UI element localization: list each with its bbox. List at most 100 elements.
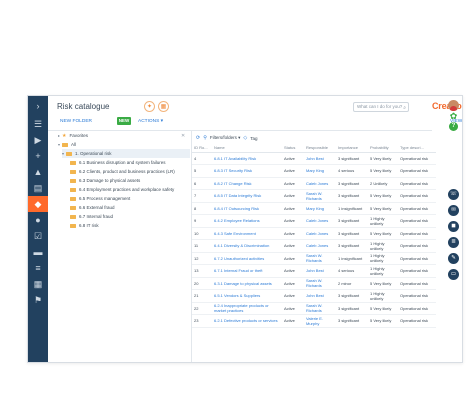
avatar[interactable] [448, 100, 459, 111]
tree-item[interactable]: 6.7 Internal fraud [70, 212, 113, 221]
tree-item-all[interactable]: ▾ All [58, 140, 76, 149]
table-row[interactable]: 8 6.8.4 IT Outsourcing Risk Active Mary Kin… [192, 202, 436, 215]
chat-icon[interactable]: ◼ [448, 221, 459, 232]
chevron-right-icon[interactable]: › [28, 98, 48, 114]
tree-item[interactable]: 6.2 Clients, product and business practi… [70, 167, 175, 176]
feed-icon[interactable]: ≣ [448, 237, 459, 248]
play-icon[interactable]: ▶ [28, 132, 48, 148]
table-cell[interactable]: 6.7.2 Unauthorized activities [212, 252, 282, 265]
new-folder-button[interactable]: NEW FOLDER [60, 119, 92, 124]
table-row[interactable]: 11 6.4.1 Diversity & Discrimination Active… [192, 239, 436, 253]
table-cell[interactable]: 6.4.1 Diversity & Discrimination [212, 239, 282, 253]
column-header[interactable]: Type descri... [398, 144, 436, 153]
table-cell[interactable]: 6.8.2 IT Change Risk [212, 177, 282, 190]
table-row[interactable]: 6 6.8.2 IT Change Risk Active Caleb Jones 3 … [192, 177, 436, 190]
actions-button[interactable]: ACTIONS ▾ [138, 119, 163, 124]
tag-button[interactable]: Tag [250, 136, 257, 141]
table-cell[interactable]: 6.5.1 Vendors & Suppliers [212, 289, 282, 303]
table-cell[interactable]: John Best [304, 152, 336, 165]
table-row[interactable]: 22 6.2.4 Inappropriate products or market… [192, 302, 436, 315]
table-cell: 1 Highly unlikely [368, 214, 398, 228]
flag-icon[interactable]: ⚑ [28, 292, 48, 308]
table-cell[interactable]: John Best [304, 264, 336, 278]
tree-item[interactable]: 6.8 IT risk [70, 221, 99, 230]
table-cell[interactable]: 6.8.5 IT Data Integrity Risk [212, 189, 282, 203]
analytics-icon[interactable]: ◆ [28, 196, 48, 212]
table-row[interactable]: 4 6.8.1 IT Availability Risk Active John Be… [192, 152, 436, 165]
table-cell: Active [282, 177, 304, 190]
search-input[interactable]: What can I do for you? ⌕ [353, 102, 409, 112]
tree-item[interactable]: 6.5 Process management [70, 194, 130, 203]
table-cell: 11 [192, 239, 212, 253]
close-icon[interactable]: ✕ [181, 133, 185, 139]
column-header[interactable]: Probability [368, 144, 398, 153]
table-row[interactable]: 7 6.8.5 IT Data Integrity Risk Active Sarah… [192, 189, 436, 203]
tree-item[interactable]: 6.3 Damage to physical assets [70, 176, 140, 185]
column-header[interactable]: Status [282, 144, 304, 153]
table-cell[interactable]: 6.8.1 IT Availability Risk [212, 152, 282, 165]
lightbulb-icon[interactable]: ✦ [144, 101, 155, 112]
plus-icon[interactable]: + [28, 148, 48, 164]
dashboard-icon[interactable]: ▦ [158, 101, 169, 112]
globe-icon[interactable]: ● [28, 212, 48, 228]
table-row[interactable]: 21 6.5.1 Vendors & Suppliers Active John Be… [192, 289, 436, 303]
table-cell[interactable]: Mary King [304, 202, 336, 215]
tag-icon[interactable]: ◇ [243, 135, 247, 141]
table-cell[interactable]: Caleb Jones [304, 177, 336, 190]
help-icon[interactable]: ? [449, 122, 458, 131]
table-cell[interactable]: Mary King [304, 164, 336, 178]
list-icon[interactable]: ≡ [28, 260, 48, 276]
table-cell[interactable]: 6.7.1 Internal Fraud or theft [212, 264, 282, 278]
table-cell[interactable]: Sarah W. Richards [304, 302, 336, 315]
warning-icon[interactable]: ▲ [28, 164, 48, 180]
table-cell[interactable]: Sarah W. Richards [304, 252, 336, 265]
column-header[interactable]: ID Ro... [192, 144, 212, 153]
tree-item[interactable]: 6.6 External fraud [70, 203, 115, 212]
column-header[interactable]: Name [212, 144, 282, 153]
table-row[interactable]: 23 6.2.1 Defective products or services Ac… [192, 314, 436, 328]
email-icon[interactable]: ✉ [448, 205, 459, 216]
messages-icon[interactable]: ✎ [448, 253, 459, 264]
table-row[interactable]: 9 6.4.2 Employee Relations Active Caleb Jon… [192, 214, 436, 228]
tree-item-operational-risk[interactable]: ▾ 1. Operational risk [62, 149, 190, 158]
table-cell[interactable]: 6.4.2 Employee Relations [212, 214, 282, 228]
table-cell[interactable]: John Best [304, 289, 336, 303]
filter-icon[interactable]: ⚲ [203, 135, 207, 141]
gear-icon[interactable]: ✿ [449, 112, 458, 121]
table-cell[interactable]: Caleb Jones [304, 239, 336, 253]
table-cell[interactable]: 6.2.1 Defective products or services [212, 314, 282, 328]
menu-icon[interactable]: ☰ [28, 116, 48, 132]
table-cell: Active [282, 164, 304, 178]
table-cell: Active [282, 152, 304, 165]
table-cell[interactable]: 6.8.3 IT Security Risk [212, 164, 282, 178]
notes-icon[interactable]: ▭ [448, 269, 459, 280]
document-icon[interactable]: ▤ [28, 180, 48, 196]
filters-folders-dropdown[interactable]: Filters/folders ▾ [210, 135, 241, 141]
table-cell[interactable]: 6.2.4 Inappropriate products or market p… [212, 302, 282, 315]
tree-item[interactable]: 6.4 Employment practices and workplace s… [70, 185, 174, 194]
column-header[interactable]: Responsible [304, 144, 336, 153]
table-row[interactable]: 10 6.4.3 Safe Environment Active Caleb Jone… [192, 227, 436, 240]
table-cell[interactable]: Sarah W. Richards [304, 277, 336, 290]
table-cell[interactable]: 6.8.4 IT Outsourcing Risk [212, 202, 282, 215]
table-cell[interactable]: 6.4.3 Safe Environment [212, 227, 282, 240]
phone-icon[interactable]: ☏ [448, 189, 459, 200]
folder-icon[interactable]: ▬ [28, 244, 48, 260]
tree-item[interactable]: 6.1 Business disruption and system failu… [70, 158, 166, 167]
table-row[interactable]: 12 6.7.2 Unauthorized activities Active Sar… [192, 252, 436, 265]
checklist-icon[interactable]: ☑ [28, 228, 48, 244]
table-cell[interactable]: Caleb Jones [304, 214, 336, 228]
table-cell[interactable]: Valerie E. Murphy [304, 314, 336, 328]
refresh-icon[interactable]: ⟳ [196, 135, 200, 141]
tree-item-favorites[interactable]: ▸ ★ Favorites [58, 131, 88, 140]
table-cell: Active [282, 189, 304, 203]
table-row[interactable]: 20 6.3.1 Damage to physical assets Active S… [192, 277, 436, 290]
report-icon[interactable]: ▦ [28, 276, 48, 292]
table-row[interactable]: 5 6.8.3 IT Security Risk Active Mary King 4 … [192, 164, 436, 178]
table-cell[interactable]: Sarah W. Richards [304, 189, 336, 203]
column-header[interactable]: Importance [336, 144, 368, 153]
table-row[interactable]: 13 6.7.1 Internal Fraud or theft Active Joh… [192, 264, 436, 278]
new-button[interactable]: NEW [117, 117, 131, 125]
table-cell[interactable]: Caleb Jones [304, 227, 336, 240]
table-cell[interactable]: 6.3.1 Damage to physical assets [212, 277, 282, 290]
